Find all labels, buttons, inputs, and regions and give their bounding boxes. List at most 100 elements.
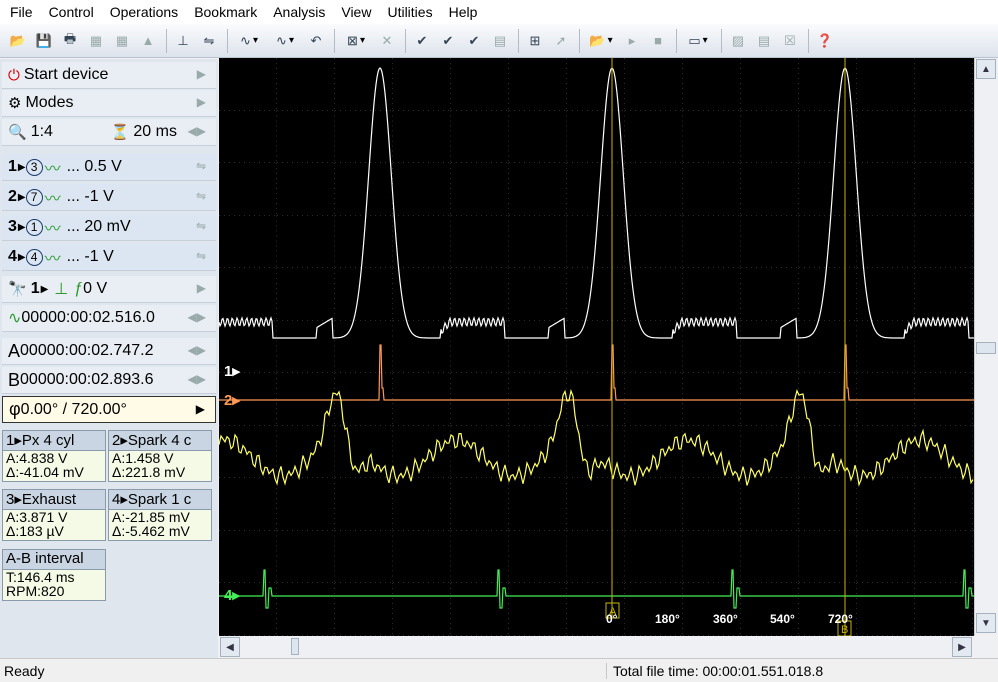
pointer-icon[interactable]: ➚ xyxy=(549,29,573,53)
zoom-timebase-row[interactable]: 🔍 1:4 ⏳ 20 ms ◀▶ xyxy=(2,119,216,146)
open-folder-icon[interactable]: 📂 xyxy=(6,29,30,53)
measure-box-3[interactable]: 3▸Exhaust A:3.871 V Δ:183 µV xyxy=(2,489,106,541)
menu-analysis[interactable]: Analysis xyxy=(265,4,333,20)
check-up-icon[interactable]: ✔ xyxy=(462,29,486,53)
channel-4-row[interactable]: 4 ▶ 4 〰 ... -1 V ⇋ xyxy=(2,244,216,271)
start-device-row[interactable]: ⏻ Start device ▶ xyxy=(2,62,216,89)
waveform-alt-icon[interactable]: ∿ xyxy=(268,29,302,53)
menu-file[interactable]: File xyxy=(2,4,41,20)
menu-operations[interactable]: Operations xyxy=(102,4,186,20)
scroll-down-icon[interactable]: ▼ xyxy=(976,613,996,633)
trigger-edge-icon: ⊥ xyxy=(54,281,69,298)
copy-icon[interactable]: ▦ xyxy=(84,29,108,53)
menu-bookmark[interactable]: Bookmark xyxy=(186,4,265,20)
vertical-scroll-thumb[interactable] xyxy=(976,342,996,354)
channel-4-marker[interactable]: 4▸ xyxy=(224,587,241,604)
measure-title: 3▸Exhaust xyxy=(3,490,105,510)
list-icon[interactable]: ▤ xyxy=(488,29,512,53)
menu-control[interactable]: Control xyxy=(41,4,102,20)
cursor-b-row[interactable]: B 00000:00:02.893.6 ◀▶ xyxy=(2,367,216,394)
cursor-a-row[interactable]: A 00000:00:02.747.2 ◀▶ xyxy=(2,338,216,365)
position-row[interactable]: ∿ 00000:00:02.516.0 ◀▶ xyxy=(2,305,216,332)
channel-1-marker[interactable]: 1▸ xyxy=(224,363,241,380)
tool-icon[interactable]: ▲ xyxy=(136,29,160,53)
menu-utilities[interactable]: Utilities xyxy=(379,4,440,20)
channel-3-row[interactable]: 3 ▶ 1 〰 ... 20 mV ⇋ xyxy=(2,214,216,241)
oscilloscope-display[interactable]: A B 1▸ 2▸ 4▸ 0° 180° 360° 540° 720° xyxy=(218,58,974,637)
chevron-lr-icon: ◀▶ xyxy=(187,124,206,138)
trigger-row[interactable]: 🔭 1 ▶ ⊥ ƒ 0 V ▶ xyxy=(2,276,216,303)
chart-icon[interactable]: ⇋ xyxy=(197,29,221,53)
image-icon[interactable]: ▨ xyxy=(726,29,750,53)
total-file-time: Total file time: 00:00:01.551.018.8 xyxy=(606,663,823,679)
channel-2-row[interactable]: 2 ▶ 7 〰 ... -1 V ⇋ xyxy=(2,184,216,211)
probe-badge: 1 xyxy=(25,218,43,236)
measure-a: A:1.458 V xyxy=(112,450,174,466)
horizontal-scroll-thumb[interactable] xyxy=(291,638,299,655)
zoom-value: 1:4 xyxy=(30,123,53,140)
trigger-channel: 1 xyxy=(30,280,40,297)
check-down-icon[interactable]: ✔ xyxy=(436,29,460,53)
cursor-a-icon: A xyxy=(8,340,21,361)
print-icon[interactable]: 🖶 xyxy=(58,29,82,53)
interval-box[interactable]: A-B interval T:146.4 ms RPM:820 xyxy=(2,549,106,601)
channel-2-marker[interactable]: 2▸ xyxy=(224,392,241,409)
close-doc-icon[interactable]: ☒ xyxy=(778,29,802,53)
grid-icon[interactable]: ⊞ xyxy=(523,29,547,53)
measure-icon[interactable]: ⊠ xyxy=(339,29,373,53)
measure-box-4[interactable]: 4▸Spark 1 c A:-21.85 mV Δ:-5.462 mV xyxy=(108,489,212,541)
scroll-left-icon[interactable]: ◀ xyxy=(220,637,240,657)
help-icon[interactable]: ❓ xyxy=(813,29,837,53)
measure-box-2[interactable]: 2▸Spark 4 c A:1.458 V Δ:221.8 mV xyxy=(108,430,212,482)
probe-icon: 〰 xyxy=(44,251,61,268)
toolbar-separator xyxy=(579,28,580,53)
modes-row[interactable]: ⚙ Modes ▶ xyxy=(2,90,216,117)
toolbar-separator xyxy=(676,28,677,53)
menu-view[interactable]: View xyxy=(333,4,379,20)
phase-label-180: 180° xyxy=(655,612,680,626)
undo-icon[interactable]: ↶ xyxy=(304,29,328,53)
measure-title: 2▸Spark 4 c xyxy=(109,431,211,451)
channel-settings-icon: ⇋ xyxy=(195,219,206,233)
measure-title: 4▸Spark 1 c xyxy=(109,490,211,510)
formula-play-icon[interactable]: ▸ xyxy=(620,29,644,53)
toolbar-separator xyxy=(808,28,809,53)
power-icon: ⏻ xyxy=(8,66,20,84)
delete-icon[interactable]: ✕ xyxy=(375,29,399,53)
status-text: Ready xyxy=(4,663,45,679)
paste-icon[interactable]: ▦ xyxy=(110,29,134,53)
waveform-icon[interactable]: ∿ xyxy=(232,29,266,53)
toolbar-separator xyxy=(334,28,335,53)
measure-a: A:4.838 V xyxy=(6,450,68,466)
measure-delta: Δ:-5.462 mV xyxy=(112,523,190,539)
formula-icon[interactable]: 📂 xyxy=(584,29,618,53)
formula-window-icon[interactable]: ▭ xyxy=(681,29,715,53)
save-icon[interactable]: 💾 xyxy=(32,29,56,53)
arrow-right-icon: ▶ xyxy=(17,191,26,203)
phase-value: 0.00° / 720.00° xyxy=(20,400,127,418)
arrow-right-icon: ▶ xyxy=(17,221,26,233)
probe-badge: 4 xyxy=(25,248,43,266)
phase-row[interactable]: φ 0.00° / 720.00° ▶ xyxy=(2,396,216,423)
measure-box-1[interactable]: 1▸Px 4 cyl A:4.838 V Δ:-41.04 mV xyxy=(2,430,106,482)
document-icon[interactable]: ▤ xyxy=(752,29,776,53)
channel-settings-icon: ⇋ xyxy=(195,249,206,263)
channel-scale: ... -1 V xyxy=(66,248,114,265)
channel-number: 4 xyxy=(8,248,17,265)
menu-help[interactable]: Help xyxy=(441,4,486,20)
scroll-up-icon[interactable]: ▲ xyxy=(976,59,996,79)
formula-stop-icon[interactable]: ■ xyxy=(646,29,670,53)
check-icon[interactable]: ✔ xyxy=(410,29,434,53)
scroll-right-icon[interactable]: ▶ xyxy=(952,637,972,657)
measure-delta: Δ:-41.04 mV xyxy=(6,464,84,480)
interval-time: T:146.4 ms xyxy=(6,569,75,585)
channel-settings-icon: ⇋ xyxy=(195,189,206,203)
toolbar-separator xyxy=(166,28,167,53)
trigger-icon: 🔭 xyxy=(8,281,27,298)
pulse-icon[interactable]: ⊥ xyxy=(171,29,195,53)
scrollbar-corner xyxy=(976,638,996,658)
vertical-scrollbar[interactable]: ▲ ▼ xyxy=(974,58,998,636)
channel-1-row[interactable]: 1 ▶ 3 〰 ... 0.5 V ⇋ xyxy=(2,154,216,181)
horizontal-scrollbar[interactable]: ◀ ▶ xyxy=(219,636,974,658)
arrow-right-icon: ▶ xyxy=(17,251,26,263)
